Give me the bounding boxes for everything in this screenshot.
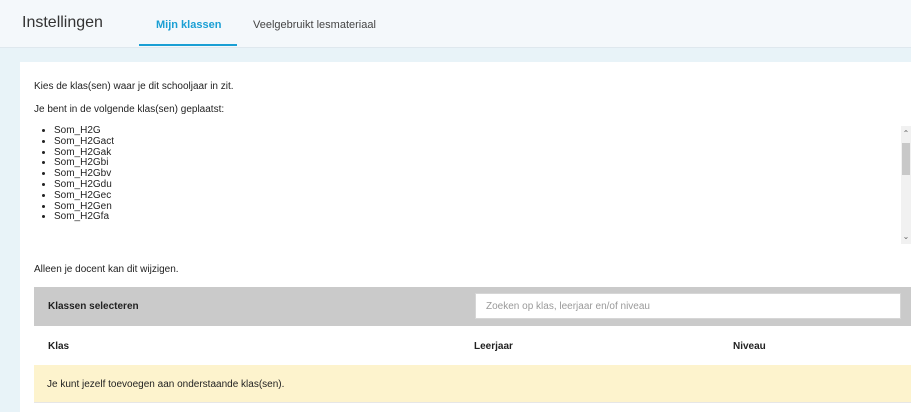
class-list-item: Som_H2Gact [54,136,911,148]
class-list-item: Som_H2Gen [54,201,911,213]
divider [34,402,911,403]
column-header-klas[interactable]: Klas [48,341,69,352]
class-list-item: Som_H2Gbv [54,168,911,180]
class-list-item: Som_H2Gdu [54,179,911,191]
class-list-item: Som_H2Gbi [54,158,911,169]
top-header: Instellingen Mijn klassen Veelgebruikt l… [0,0,911,48]
class-select-title: Klassen selecteren [48,301,139,312]
class-list-item: Som_H2Gec [54,190,911,202]
class-list[interactable]: Som_H2GSom_H2GactSom_H2GakSom_H2GbiSom_H… [34,126,911,246]
tab-mijn-klassen[interactable]: Mijn klassen [156,19,221,31]
class-search-input[interactable] [475,293,901,319]
column-header-leerjaar[interactable]: Leerjaar [474,341,513,352]
placed-label: Je bent in de volgende klas(sen) geplaat… [34,104,225,115]
class-list-scrollbar[interactable]: ⌃ ⌄ [901,126,911,244]
class-list-item: Som_H2Gak [54,147,911,159]
intro-text: Kies de klas(sen) waar je dit schooljaar… [34,81,234,92]
scroll-up-icon[interactable]: ⌃ [901,129,911,139]
column-header-niveau[interactable]: Niveau [733,341,766,352]
class-list-item: Som_H2G [54,126,911,137]
teacher-only-note: Alleen je docent kan dit wijzigen. [34,264,179,275]
add-self-notice-text: Je kunt jezelf toevoegen aan onderstaand… [47,379,285,390]
active-tab-indicator [139,44,237,46]
add-self-notice: Je kunt jezelf toevoegen aan onderstaand… [34,365,911,402]
tab-veelgebruikt-lesmateriaal[interactable]: Veelgebruikt lesmateriaal [253,19,376,31]
scroll-down-icon[interactable]: ⌄ [901,232,911,242]
page-title: Instellingen [22,14,103,31]
class-list-item: Som_H2Gfa [54,212,911,223]
scroll-thumb[interactable] [902,143,910,175]
class-select-bar: Klassen selecteren [34,287,911,326]
